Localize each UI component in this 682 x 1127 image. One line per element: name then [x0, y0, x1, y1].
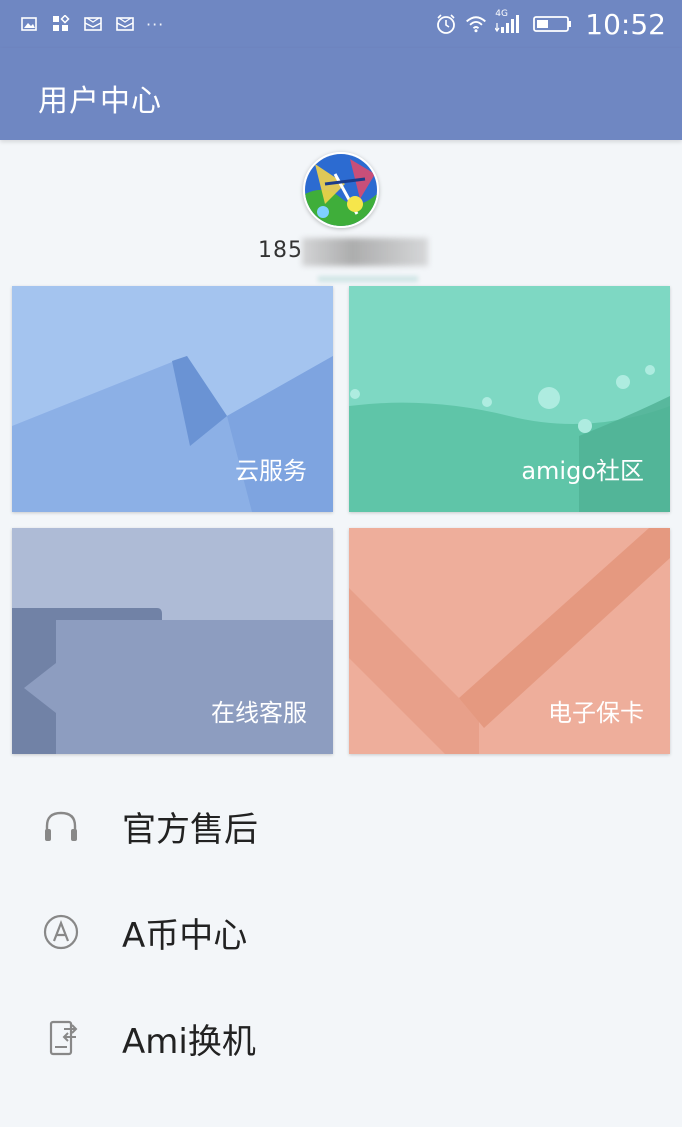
online-support-tile[interactable]: 在线客服 — [12, 528, 333, 754]
menu-item-a-coin[interactable]: A币中心 — [0, 884, 682, 980]
page-title: 用户中心 — [38, 84, 162, 119]
cloud-service-tile[interactable]: 云服务 — [12, 286, 333, 512]
masked-phone-digits — [302, 238, 428, 266]
user-phone-number: 185 — [258, 238, 303, 263]
more-dots-icon: ··· — [146, 14, 165, 34]
cloud-service-label: 云服务 — [235, 457, 307, 485]
e-warranty-label: 电子保卡 — [548, 699, 644, 727]
menu-label-ami-transfer: Ami换机 — [122, 1021, 256, 1062]
signal-icon: 4G — [495, 9, 525, 35]
apps-icon — [50, 13, 72, 35]
menu-item-after-sales[interactable]: 官方售后 — [0, 778, 682, 874]
amigo-community-tile[interactable]: amigo社区 — [349, 286, 670, 512]
menu-label-a-coin: A币中心 — [122, 915, 248, 956]
menu-label-after-sales: 官方售后 — [122, 809, 258, 850]
online-support-label: 在线客服 — [211, 699, 307, 727]
battery-icon — [533, 13, 573, 35]
system-icons: 4G 10:52 — [435, 8, 666, 41]
clock-time: 10:52 — [585, 7, 666, 41]
app-bar: 用户中心 — [0, 48, 682, 140]
wifi-icon — [465, 13, 487, 35]
e-warranty-tile[interactable]: 电子保卡 — [349, 528, 670, 754]
avatar[interactable] — [303, 152, 379, 228]
a-coin-icon — [40, 911, 82, 953]
masked-line — [318, 276, 418, 282]
mail-icon — [114, 13, 136, 35]
alarm-icon — [435, 13, 457, 35]
headphones-icon — [40, 805, 82, 847]
image-icon — [18, 13, 40, 35]
notification-icons: ··· — [18, 13, 164, 35]
phone-transfer-icon — [40, 1017, 82, 1059]
menu-item-ami-transfer[interactable]: Ami换机 — [0, 990, 682, 1086]
network-type-label: 4G — [495, 9, 508, 19]
amigo-community-label: amigo社区 — [521, 457, 644, 485]
mail-icon — [82, 13, 104, 35]
status-bar: ··· 4G 10:52 — [0, 0, 682, 48]
